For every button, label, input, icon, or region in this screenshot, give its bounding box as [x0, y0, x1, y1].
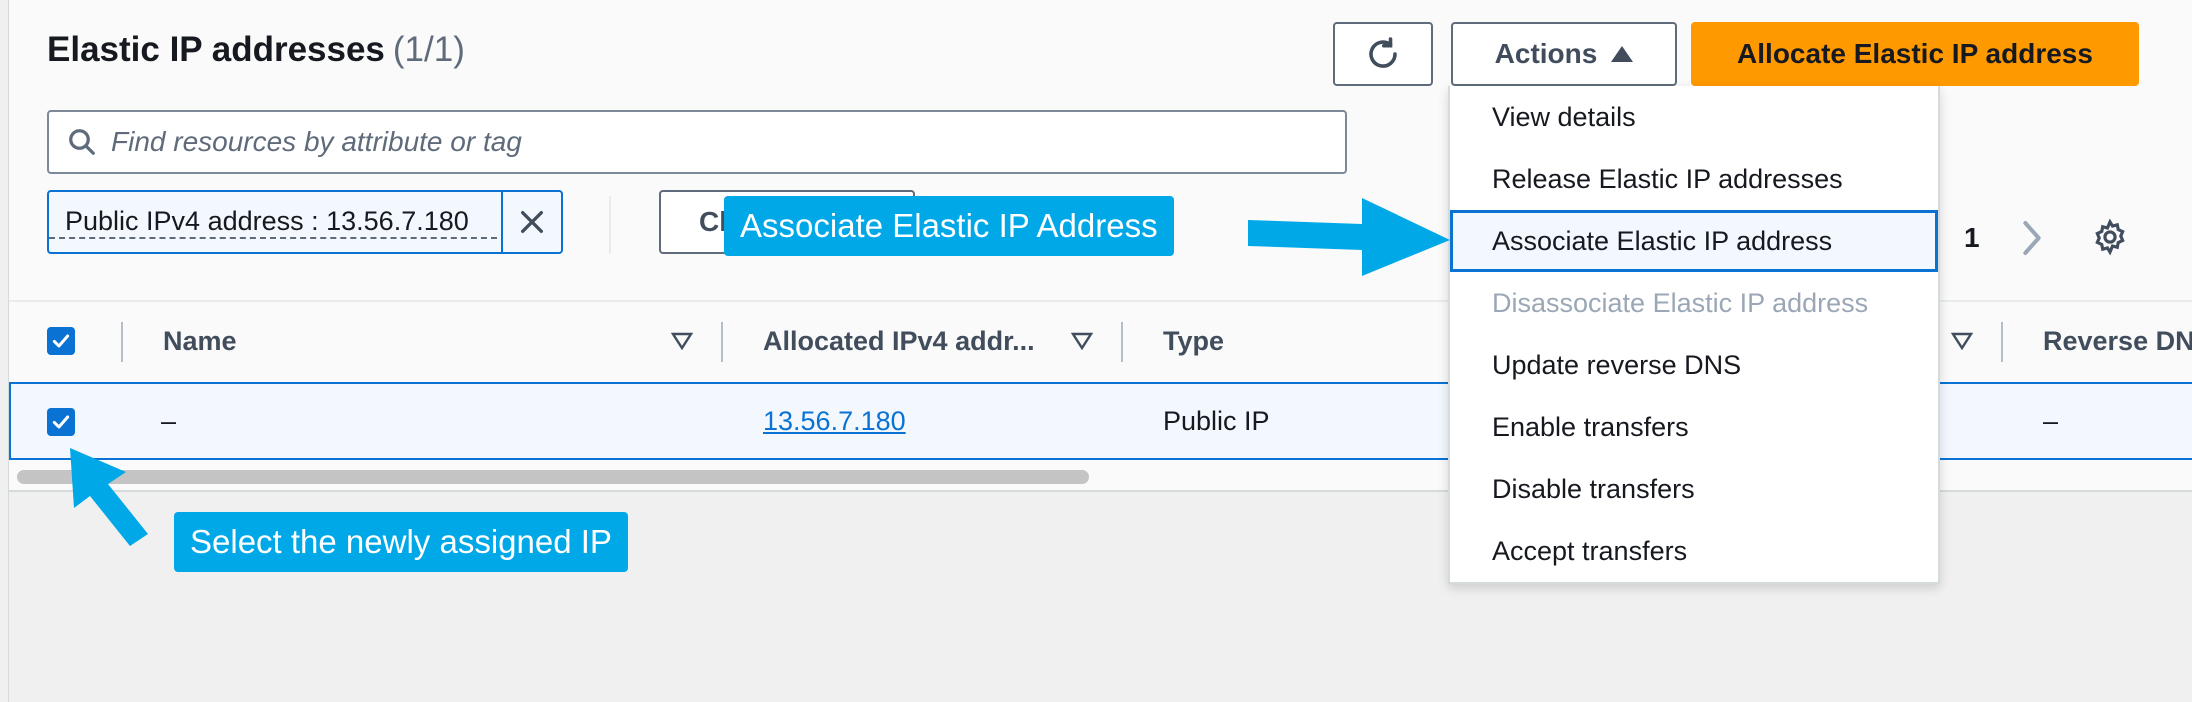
sort-down-icon[interactable]	[1951, 332, 1973, 350]
column-header-name[interactable]: Name	[163, 326, 237, 357]
menu-item-disable-transfers[interactable]: Disable transfers	[1450, 458, 1938, 520]
checkmark-icon	[52, 334, 70, 348]
cell-allocated-ip-link[interactable]: 13.56.7.180	[763, 406, 906, 437]
actions-button[interactable]: Actions	[1451, 22, 1677, 86]
column-divider	[121, 322, 123, 362]
column-header-allocated-ipv4[interactable]: Allocated IPv4 addr...	[763, 326, 1035, 357]
column-header-reverse-dns[interactable]: Reverse DN	[2043, 326, 2192, 357]
horizontal-scrollbar-thumb[interactable]	[17, 470, 1089, 484]
cell-type: Public IP	[1163, 406, 1270, 436]
sort-down-icon[interactable]	[1071, 332, 1093, 350]
allocate-elastic-ip-button[interactable]: Allocate Elastic IP address	[1691, 22, 2139, 86]
search-placeholder: Find resources by attribute or tag	[111, 126, 522, 157]
checkmark-icon	[52, 415, 70, 429]
close-icon	[521, 211, 543, 233]
row-select-checkbox[interactable]	[47, 408, 75, 436]
actions-button-label: Actions	[1494, 38, 1598, 69]
refresh-icon	[1369, 37, 1397, 68]
menu-item-disassociate-elastic-ip: Disassociate Elastic IP address	[1492, 287, 1869, 318]
cell-name: –	[161, 406, 177, 436]
menu-item-accept-transfers[interactable]: Accept transfers	[1450, 520, 1938, 582]
clear-filters-label: Cl	[699, 206, 727, 237]
sort-down-icon[interactable]	[671, 332, 693, 350]
filter-token-label: Public IPv4 address : 13.56.7.180	[49, 205, 497, 239]
table-settings-button[interactable]	[2091, 218, 2129, 261]
column-divider[interactable]	[2001, 322, 2003, 362]
chevron-right-icon	[2023, 221, 2041, 255]
select-all-checkbox[interactable]	[47, 327, 75, 355]
current-page-number[interactable]: 1	[1964, 222, 1980, 254]
menu-item-view-details[interactable]: View details	[1450, 86, 1938, 148]
cell-reverse-dns: –	[2043, 406, 2059, 436]
column-header-type[interactable]: Type	[1163, 326, 1224, 357]
selection-count: (1/1)	[392, 30, 465, 69]
search-icon	[69, 129, 95, 155]
callout-select-assigned-ip: Select the newly assigned IP	[174, 512, 628, 572]
refresh-button[interactable]	[1333, 22, 1433, 86]
actions-dropdown-menu: View details Release Elastic IP addresse…	[1448, 86, 1940, 584]
filter-token[interactable]: Public IPv4 address : 13.56.7.180	[47, 190, 563, 254]
menu-item-enable-transfers[interactable]: Enable transfers	[1450, 396, 1938, 458]
callout-associate-elastic-ip: Associate Elastic IP Address	[724, 196, 1174, 256]
remove-filter-button[interactable]	[501, 192, 561, 252]
search-input[interactable]: Find resources by attribute or tag	[47, 110, 1347, 174]
column-divider[interactable]	[721, 322, 723, 362]
menu-item-associate-elastic-ip[interactable]: Associate Elastic IP address	[1450, 210, 1938, 272]
page-title: Elastic IP addresses (1/1)	[47, 30, 465, 70]
menu-item-release-elastic-ip[interactable]: Release Elastic IP addresses	[1450, 148, 1938, 210]
next-page-button[interactable]	[2019, 218, 2045, 263]
menu-item-update-reverse-dns[interactable]: Update reverse DNS	[1450, 334, 1938, 396]
column-divider[interactable]	[1121, 322, 1123, 362]
page-title-text: Elastic IP addresses	[47, 30, 385, 69]
gear-icon	[2095, 218, 2125, 256]
filter-divider	[609, 196, 611, 254]
caret-up-icon	[1611, 46, 1634, 62]
